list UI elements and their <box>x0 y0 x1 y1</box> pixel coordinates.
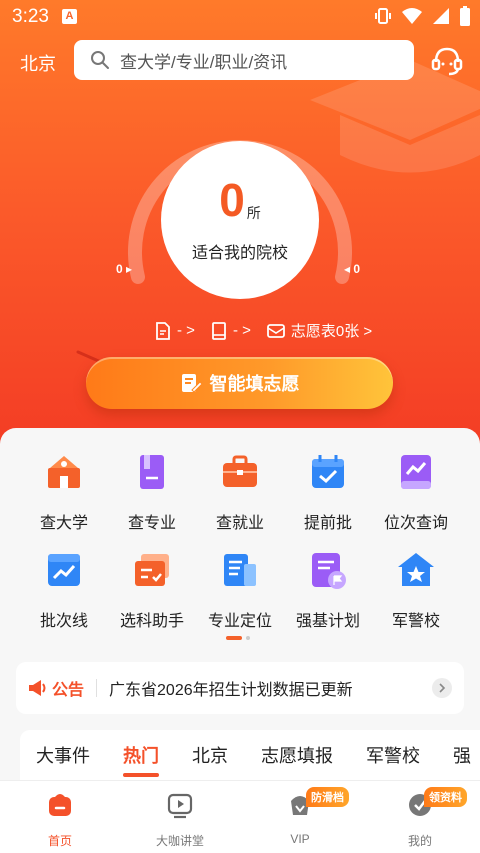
gauge-right-number: 0 <box>353 262 361 276</box>
nav-label: 首页 <box>47 834 72 848</box>
mail-icon <box>266 323 285 338</box>
vip-badge: 防滑档 <box>306 787 349 807</box>
gauge-right-value: ◂ 0 <box>344 262 361 276</box>
gauge-left-value: 0 ▸ <box>116 262 133 276</box>
calendar-check-icon <box>312 455 344 488</box>
trend-icon <box>48 554 80 586</box>
city-selector[interactable]: 北京 <box>20 50 56 76</box>
grid-item-major[interactable]: 查专业 <box>104 452 200 533</box>
chart-book-icon <box>401 455 431 489</box>
grid-label: 专业定位 <box>207 613 272 630</box>
page-dot <box>246 636 250 640</box>
star-house-icon <box>398 553 434 586</box>
briefcase-icon <box>223 455 257 487</box>
tab-military-police[interactable]: 军警校 <box>366 742 420 768</box>
status-time: 3:23 <box>12 6 49 27</box>
vibrate-icon <box>375 8 391 24</box>
battery-icon <box>460 6 470 26</box>
grid-label: 军警校 <box>391 613 440 630</box>
grid-item-rank-query[interactable]: 位次查询 <box>368 452 464 533</box>
book-icon <box>212 321 226 340</box>
nav-lectures[interactable]: 大咖讲堂 <box>120 791 240 849</box>
nav-label: 大咖讲堂 <box>155 834 204 848</box>
nav-home[interactable]: 首页 <box>0 791 120 849</box>
nav-profile[interactable]: 领资料 我的 <box>360 787 480 849</box>
stat-item-score[interactable]: - > <box>155 321 195 340</box>
grid-item-batch-line[interactable]: 批次线 <box>16 550 112 631</box>
notification-icon: A <box>62 9 77 24</box>
announcement-tag-label: 公告 <box>52 682 85 699</box>
tab-hot[interactable]: 热门 <box>123 742 159 777</box>
gauge-left-number: 0 <box>116 262 123 276</box>
cards-icon <box>135 554 169 586</box>
page-dot-active <box>226 636 242 640</box>
stat-label: 志愿表0张 > <box>290 323 373 340</box>
locate-doc-icon <box>224 554 256 586</box>
grid-label: 查大学 <box>39 515 88 532</box>
page-indicator <box>226 636 250 640</box>
announcement-bar[interactable]: 公告 广东省2026年招生计划数据已更新 <box>16 662 464 714</box>
stat-label: - > <box>177 322 195 339</box>
search-placeholder: 查大学/专业/职业/资讯 <box>120 52 288 72</box>
plan-flag-icon <box>312 553 346 589</box>
grid-item-major-positioning[interactable]: 专业定位 <box>192 550 288 631</box>
tab-big-events[interactable]: 大事件 <box>36 742 90 768</box>
grid-label: 批次线 <box>39 613 88 630</box>
announcement-text: 广东省2026年招生计划数据已更新 <box>109 682 353 699</box>
announcement-tag: 公告 <box>28 676 84 700</box>
chevron-right-icon[interactable] <box>432 678 452 698</box>
smart-fill-label: 智能填志愿 <box>209 374 300 394</box>
grid-item-university[interactable]: 查大学 <box>16 452 112 533</box>
stat-label: - > <box>232 322 251 339</box>
edit-form-icon <box>181 374 202 393</box>
status-icons <box>374 6 470 26</box>
grid-item-military-police[interactable]: 军警校 <box>368 550 464 631</box>
school-icon <box>48 456 80 488</box>
profile-badge: 领资料 <box>424 787 467 807</box>
grid-label: 提前批 <box>303 515 352 532</box>
stats-row: - > - > 志愿表0张 > <box>155 320 388 341</box>
tab-strong[interactable]: 强 <box>453 742 471 768</box>
tab-beijing[interactable]: 北京 <box>192 742 228 768</box>
status-bar: 3:23 A <box>0 0 480 34</box>
grid-item-employment[interactable]: 查就业 <box>192 452 288 533</box>
stat-item-wishlist[interactable]: 志愿表0张 > <box>266 320 373 341</box>
stat-item-rank[interactable]: - > <box>211 321 251 340</box>
smart-fill-button[interactable]: 智能填志愿 <box>86 357 393 409</box>
grid-label: 查就业 <box>215 515 264 532</box>
nav-label: 我的 <box>407 834 432 848</box>
grid-item-early-batch[interactable]: 提前批 <box>280 452 376 533</box>
matching-label: 适合我的院校 <box>191 245 288 262</box>
grid-label: 位次查询 <box>383 515 448 532</box>
grid-label: 强基计划 <box>295 613 360 630</box>
nav-vip[interactable]: 防滑档 VIP <box>240 787 360 846</box>
matching-unit: 所 <box>246 205 261 221</box>
home-icon <box>49 794 71 816</box>
grid-item-strong-base-plan[interactable]: 强基计划 <box>280 550 376 631</box>
grid-label: 选科助手 <box>119 613 184 630</box>
grid-label: 查专业 <box>127 515 176 532</box>
bottom-navigation: 首页 大咖讲堂 防滑档 VIP 领资料 我的 <box>0 780 480 853</box>
chevron-glyph <box>439 683 446 693</box>
book-icon <box>140 455 164 489</box>
matching-count: 0 <box>219 174 245 226</box>
divider <box>96 679 98 697</box>
search-bar[interactable]: 查大学/专业/职业/资讯 <box>74 40 414 80</box>
signal-icon <box>433 8 449 24</box>
feed-tab-bar: 大事件 热门 北京 志愿填报 军警校 强 <box>20 730 480 780</box>
play-icon <box>167 793 193 819</box>
matching-schools-gauge[interactable]: 0 所 适合我的院校 <box>161 141 319 299</box>
megaphone-icon <box>29 680 46 696</box>
document-icon <box>156 321 170 340</box>
wifi-icon <box>402 8 422 24</box>
grid-item-subject-helper[interactable]: 选科助手 <box>104 550 200 631</box>
tab-application[interactable]: 志愿填报 <box>261 742 333 768</box>
nav-label: VIP <box>290 832 310 846</box>
customer-service-icon[interactable] <box>430 44 464 78</box>
search-icon <box>91 51 109 69</box>
